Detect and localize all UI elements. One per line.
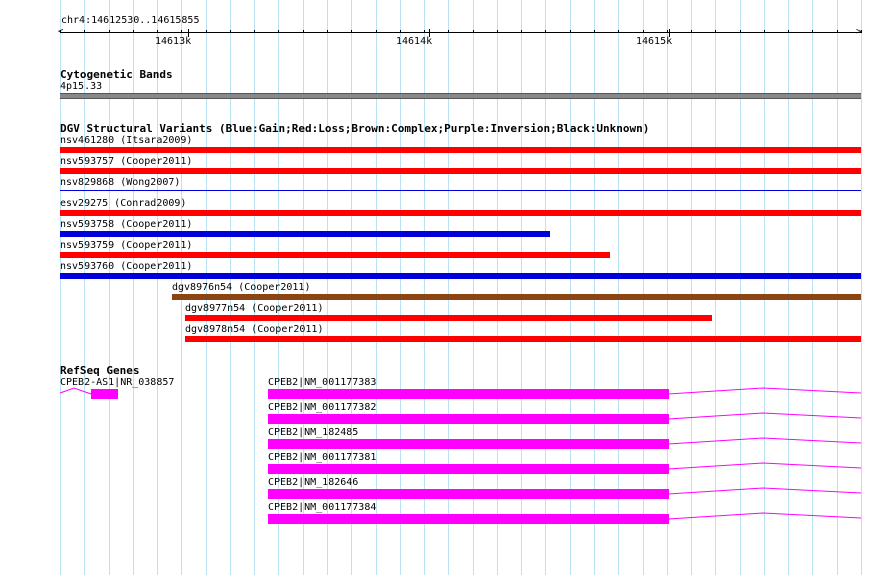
ruler-tick bbox=[376, 30, 377, 33]
gridline bbox=[133, 0, 134, 575]
refseq-exon-bar[interactable] bbox=[268, 489, 669, 499]
refseq-intron-line bbox=[667, 412, 862, 420]
ruler-tick bbox=[594, 30, 595, 33]
ruler-tick bbox=[861, 30, 862, 33]
dgv-feature-label: nsv461280 (Itsara2009) bbox=[60, 135, 193, 146]
ruler-tick bbox=[715, 30, 716, 33]
dgv-feature-label: dgv8978n54 (Cooper2011) bbox=[185, 324, 324, 335]
refseq-gene-label: CPEB2|NM_001177383 bbox=[268, 377, 377, 388]
dgv-feature-label: nsv593759 (Cooper2011) bbox=[60, 240, 193, 251]
dgv-feature-bar[interactable] bbox=[185, 315, 712, 321]
refseq-gene-label: CPEB2|NM_001177381 bbox=[268, 452, 377, 463]
ruler-tick bbox=[812, 30, 813, 33]
ruler-tick-label: 14615k bbox=[636, 36, 673, 47]
ruler-tick bbox=[764, 30, 765, 33]
ruler-tick bbox=[570, 30, 571, 33]
ruler-tick bbox=[60, 30, 61, 33]
ruler-tick bbox=[206, 30, 207, 33]
refseq-intron-line bbox=[667, 487, 862, 495]
dgv-feature-bar[interactable] bbox=[60, 231, 550, 237]
refseq-intron-line bbox=[667, 437, 862, 445]
dgv-feature-bar[interactable] bbox=[60, 252, 610, 258]
ruler-tick bbox=[327, 30, 328, 33]
dgv-feature-bar[interactable] bbox=[60, 190, 861, 191]
genome-browser-view: chr4:14612530..14615855 < > 14613k 14614… bbox=[0, 0, 890, 575]
dgv-feature-bar[interactable] bbox=[60, 210, 861, 216]
refseq-exon-bar[interactable] bbox=[268, 439, 669, 449]
dgv-track-title: DGV Structural Variants (Blue:Gain;Red:L… bbox=[60, 122, 650, 135]
dgv-feature-label: dgv8977n54 (Cooper2011) bbox=[185, 303, 324, 314]
ruler-tick bbox=[521, 30, 522, 33]
ruler-tick bbox=[400, 30, 401, 33]
dgv-feature-label: nsv593758 (Cooper2011) bbox=[60, 219, 193, 230]
ruler-tick bbox=[497, 30, 498, 33]
refseq-intron-line bbox=[59, 387, 92, 395]
cytoband-label: 4p15.33 bbox=[60, 81, 103, 92]
ruler-tick-label: 14614k bbox=[396, 36, 433, 47]
dgv-feature-bar[interactable] bbox=[172, 294, 861, 300]
ruler-tick bbox=[181, 30, 182, 33]
refseq-gene-label: CPEB2|NM_001177384 bbox=[268, 502, 377, 513]
refseq-exon-bar[interactable] bbox=[91, 389, 118, 399]
ruler-tick bbox=[545, 30, 546, 33]
ruler-tick bbox=[788, 30, 789, 33]
ruler-tick-label: 14613k bbox=[155, 36, 192, 47]
dgv-feature-label: esv29275 (Conrad2009) bbox=[60, 198, 187, 209]
refseq-gene-label: CPEB2|NM_182485 bbox=[268, 427, 359, 438]
dgv-feature-bar[interactable] bbox=[60, 168, 861, 174]
cytoband-bar[interactable] bbox=[60, 93, 861, 99]
dgv-feature-bar[interactable] bbox=[60, 147, 861, 153]
ruler-tick bbox=[473, 30, 474, 33]
ruler-tick bbox=[230, 30, 231, 33]
refseq-exon-bar[interactable] bbox=[268, 389, 669, 399]
ruler-tick bbox=[667, 30, 668, 33]
dgv-feature-label: nsv593757 (Cooper2011) bbox=[60, 156, 193, 167]
ruler-tick bbox=[351, 30, 352, 33]
refseq-intron-line bbox=[667, 462, 862, 470]
ruler-tick bbox=[303, 30, 304, 33]
ruler-tick bbox=[691, 30, 692, 33]
refseq-exon-bar[interactable] bbox=[268, 414, 669, 424]
dgv-feature-label: dgv8976n54 (Cooper2011) bbox=[172, 282, 311, 293]
ruler-tick bbox=[84, 30, 85, 33]
ruler-tick bbox=[109, 30, 110, 33]
gridline bbox=[157, 0, 158, 575]
ruler-tick bbox=[278, 30, 279, 33]
cytobands-track-title: Cytogenetic Bands bbox=[60, 68, 173, 81]
dgv-feature-label: nsv829868 (Wong2007) bbox=[60, 177, 181, 188]
refseq-exon-bar[interactable] bbox=[268, 514, 669, 524]
ruler-tick bbox=[837, 30, 838, 33]
ruler-tick bbox=[618, 30, 619, 33]
ruler-tick bbox=[133, 30, 134, 33]
ruler-tick bbox=[254, 30, 255, 33]
dgv-feature-bar[interactable] bbox=[60, 273, 861, 279]
refseq-intron-line bbox=[667, 512, 862, 520]
ruler-position-label: chr4:14612530..14615855 bbox=[61, 15, 200, 26]
ruler-tick bbox=[740, 30, 741, 33]
ruler-tick bbox=[448, 30, 449, 33]
refseq-exon-bar[interactable] bbox=[268, 464, 669, 474]
ruler-tick bbox=[424, 30, 425, 33]
gridline bbox=[109, 0, 110, 575]
refseq-gene-label: CPEB2|NM_001177382 bbox=[268, 402, 377, 413]
dgv-feature-bar[interactable] bbox=[185, 336, 861, 342]
refseq-gene-label: CPEB2|NM_182646 bbox=[268, 477, 359, 488]
ruler-tick bbox=[643, 30, 644, 33]
dgv-feature-label: nsv593760 (Cooper2011) bbox=[60, 261, 193, 272]
refseq-intron-line bbox=[667, 387, 862, 395]
refseq-track-title: RefSeq Genes bbox=[60, 364, 140, 377]
ruler-tick bbox=[157, 30, 158, 33]
